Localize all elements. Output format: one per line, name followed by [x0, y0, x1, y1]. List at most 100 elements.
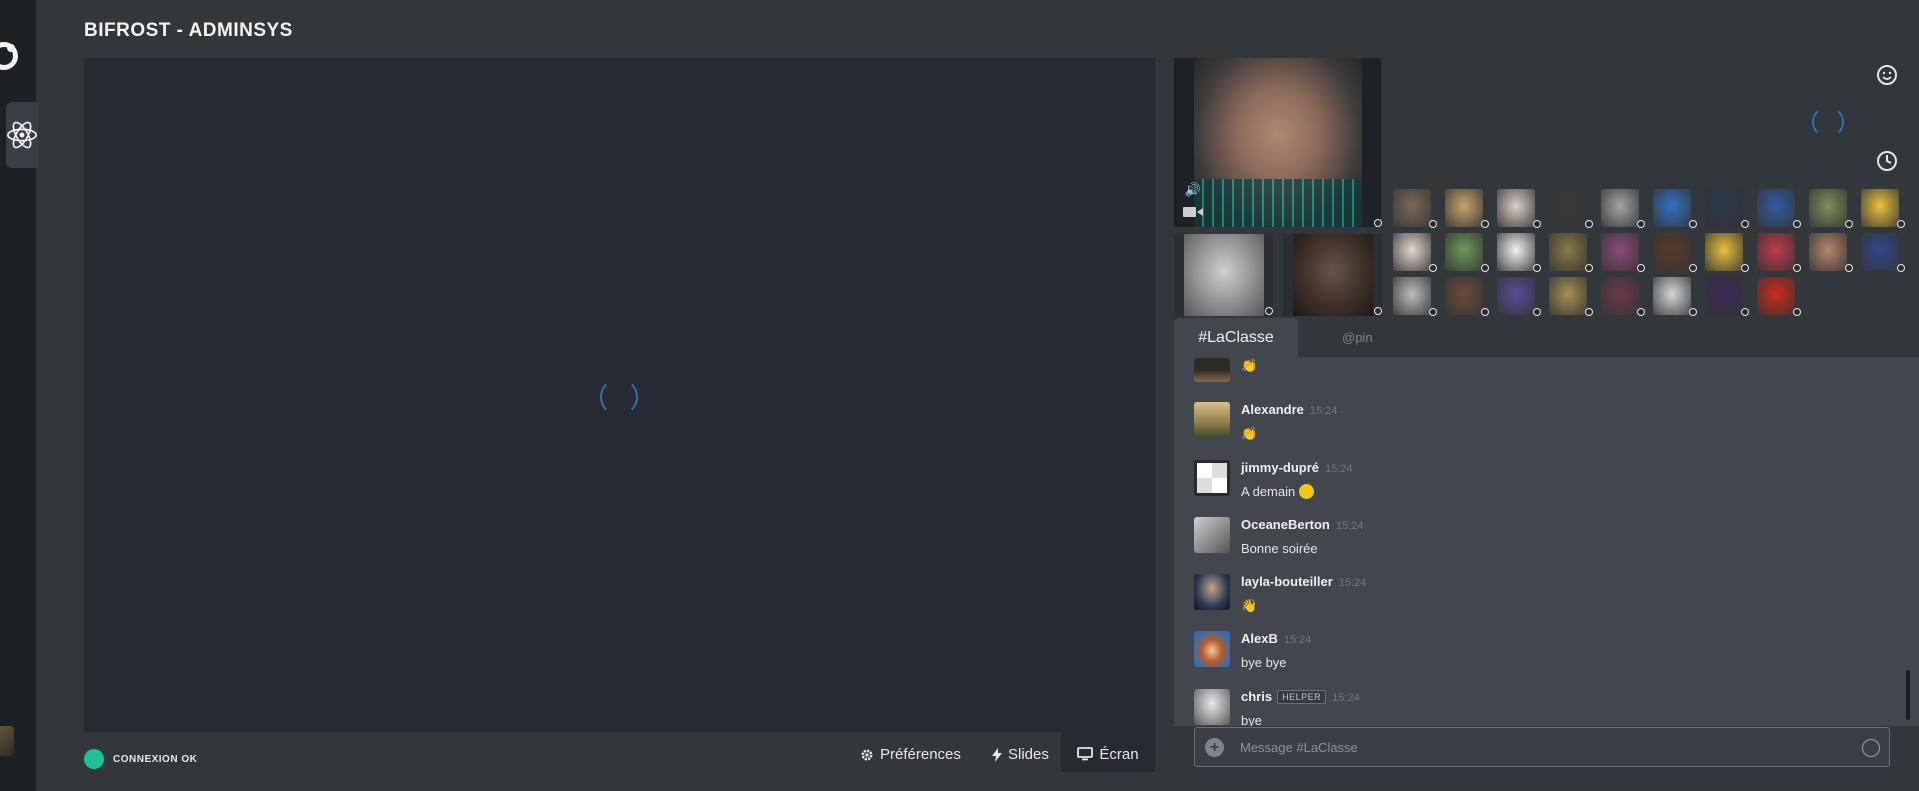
participant-thumbnail[interactable] — [1705, 233, 1743, 271]
message-avatar[interactable] — [1194, 689, 1230, 725]
participant-thumbnail[interactable] — [1653, 277, 1691, 315]
message-text: A demain — [1241, 484, 1314, 499]
loading-spinner — [600, 378, 638, 416]
participant-thumbnail[interactable] — [1549, 189, 1587, 227]
participant-status-dot — [1689, 264, 1697, 272]
emoji-reactions-icon[interactable] — [1876, 64, 1898, 86]
participant-thumbnail[interactable] — [1601, 233, 1639, 271]
participant-status-dot — [1689, 220, 1697, 228]
message-time: 15:24 — [1283, 634, 1312, 646]
message-author: Alexandre 15:24 — [1241, 402, 1338, 417]
message-text: 👏 — [1241, 426, 1258, 441]
chat-message: 👏 — [1194, 358, 1894, 408]
participant-status-dot — [1897, 264, 1905, 272]
participant-status-dot — [1741, 220, 1749, 228]
participant-thumbnail[interactable] — [1393, 233, 1431, 271]
loading-spinner — [1812, 106, 1844, 138]
add-attachment-icon[interactable]: + — [1205, 738, 1224, 757]
participant-thumbnail[interactable] — [1601, 277, 1639, 315]
message-text: bye — [1241, 713, 1262, 726]
participant-thumbnail[interactable] — [1601, 189, 1639, 227]
slides-button[interactable]: Slides — [992, 746, 1049, 763]
emoji-picker-icon[interactable] — [1862, 739, 1880, 757]
preferences-button[interactable]: Préférences — [860, 746, 961, 763]
participant-thumbnail[interactable] — [1861, 233, 1899, 271]
participant-thumbnail[interactable] — [1497, 277, 1535, 315]
gear-icon — [861, 749, 873, 760]
participant-thumbnail[interactable] — [1445, 233, 1483, 271]
participant-status-dot — [1741, 264, 1749, 272]
participant-thumbnail[interactable] — [1393, 189, 1431, 227]
chat-message: AlexB 15:24 bye bye — [1194, 631, 1894, 687]
participant-status-dot — [1265, 307, 1273, 315]
message-avatar[interactable] — [1194, 517, 1230, 553]
react-atom-icon — [7, 121, 37, 149]
message-time: 15:24 — [1335, 520, 1364, 532]
chat-message: chris HELPER 15:24 bye — [1194, 689, 1894, 726]
chat-messages[interactable]: 👏 Alexandre 15:24 👏 jimmy-dupré 15:24 A de… — [1174, 358, 1919, 726]
chat-message: layla-bouteiller 15:24 👋 — [1194, 574, 1894, 630]
participant-status-dot — [1533, 308, 1541, 316]
participant-status-dot — [1689, 308, 1697, 316]
owl-logo-icon[interactable] — [0, 42, 18, 70]
participant-video — [1184, 234, 1264, 316]
chat-message: Alexandre 15:24 👏 — [1194, 402, 1894, 458]
slides-label: Slides — [1008, 746, 1049, 763]
message-avatar[interactable] — [1194, 574, 1230, 610]
clock-icon[interactable] — [1876, 150, 1898, 172]
participant-thumbnail[interactable] — [1757, 233, 1795, 271]
participant-thumbnail[interactable] — [1757, 277, 1795, 315]
participant-thumbnail[interactable] — [1549, 233, 1587, 271]
participant-status-dot — [1429, 220, 1437, 228]
speaker-status-dot — [1374, 219, 1382, 227]
chat-scrollbar[interactable] — [1906, 670, 1910, 720]
participant-status-dot — [1374, 307, 1382, 315]
monitor-icon — [1077, 747, 1094, 761]
speaker-volume-icon[interactable]: 🔊 — [1182, 182, 1204, 198]
message-avatar[interactable] — [1194, 358, 1230, 382]
message-time: 15:24 — [1338, 577, 1367, 589]
message-time: 15:24 — [1325, 463, 1353, 475]
tab-laclasse[interactable]: #LaClasse — [1174, 318, 1298, 358]
participant-tile-large[interactable] — [1174, 234, 1273, 316]
participant-thumbnail[interactable] — [1809, 233, 1847, 271]
message-author: jimmy-dupré 15:24 — [1241, 460, 1353, 475]
participant-tile-large[interactable] — [1283, 234, 1382, 316]
message-avatar[interactable] — [1194, 460, 1230, 496]
participant-thumbnail[interactable] — [1549, 277, 1587, 315]
message-avatar[interactable] — [1194, 631, 1230, 667]
connection-status-label: CONNEXION OK — [113, 754, 198, 765]
server-item-active[interactable] — [6, 102, 38, 168]
message-avatar[interactable] — [1194, 402, 1230, 438]
participant-thumbnail[interactable] — [1705, 189, 1743, 227]
participant-status-dot — [1585, 220, 1593, 228]
user-avatar[interactable] — [0, 726, 14, 756]
video-camera-icon[interactable] — [1182, 204, 1204, 220]
message-author: layla-bouteiller 15:24 — [1241, 574, 1367, 589]
participant-status-dot — [1793, 308, 1801, 316]
tab-pin[interactable]: @pin — [1342, 330, 1373, 345]
participant-thumbnail[interactable] — [1393, 277, 1431, 315]
screen-share-button[interactable]: Écran — [1061, 732, 1155, 772]
message-text: Bonne soirée — [1241, 541, 1318, 556]
participant-thumbnail[interactable] — [1757, 189, 1795, 227]
message-input[interactable] — [1240, 734, 1820, 760]
participant-thumbnail[interactable] — [1705, 277, 1743, 315]
chat-tabs: #LaClasse @pin — [1174, 318, 1919, 358]
participant-thumbnail[interactable] — [1809, 189, 1847, 227]
screen-share-label: Écran — [1099, 745, 1139, 763]
lightning-icon — [992, 747, 1002, 762]
left-rail — [0, 0, 38, 791]
main-stage — [84, 58, 1155, 732]
participant-thumbnail[interactable] — [1497, 233, 1535, 271]
participant-thumbnail[interactable] — [1653, 233, 1691, 271]
participant-thumbnail[interactable] — [1861, 189, 1899, 227]
preferences-label: Préférences — [880, 746, 961, 763]
participant-status-dot — [1741, 308, 1749, 316]
message-text: bye bye — [1241, 655, 1287, 670]
participant-thumbnail[interactable] — [1497, 189, 1535, 227]
participant-thumbnail[interactable] — [1653, 189, 1691, 227]
participant-thumbnail[interactable] — [1445, 277, 1483, 315]
speaker-video[interactable]: 🔊 — [1174, 58, 1381, 227]
participant-thumbnail[interactable] — [1445, 189, 1483, 227]
